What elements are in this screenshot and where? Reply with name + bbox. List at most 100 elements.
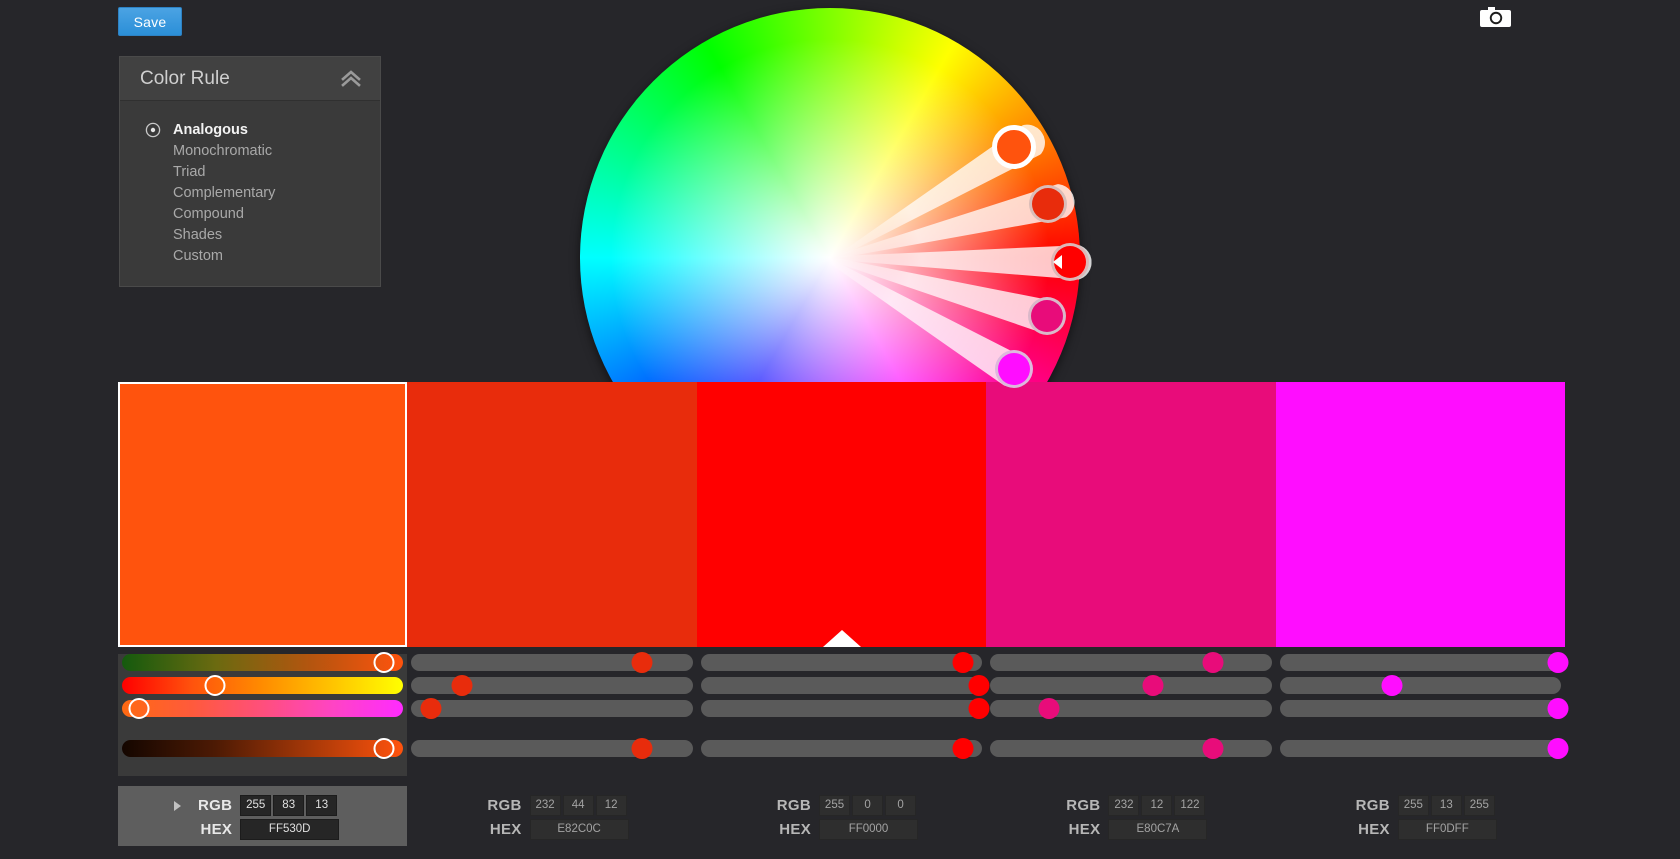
slider-hue-1[interactable] [407, 675, 696, 696]
slider-track[interactable] [122, 738, 404, 759]
slider-track[interactable] [700, 675, 990, 696]
rgb-r-input[interactable]: 232 [529, 794, 561, 816]
slider-track[interactable] [990, 738, 1272, 759]
slider-brightness-2[interactable] [697, 738, 986, 759]
slider-tint-0[interactable] [118, 698, 407, 719]
slider-knob[interactable] [1202, 738, 1224, 759]
color-rule-item-analogous[interactable]: Analogous [120, 119, 380, 140]
slider-knob[interactable] [952, 738, 974, 759]
slider-track[interactable] [1279, 738, 1569, 759]
color-swatch-0[interactable] [118, 382, 408, 647]
slider-brightness-3[interactable] [986, 738, 1275, 759]
slider-brightness-1[interactable] [407, 738, 696, 759]
slider-hue-4[interactable] [1276, 675, 1565, 696]
slider-saturation-4[interactable] [1276, 652, 1569, 673]
slider-track[interactable] [990, 675, 1272, 696]
color-swatch-2[interactable] [696, 382, 987, 647]
chevron-double-up-icon[interactable] [340, 69, 362, 88]
hex-input[interactable]: FF530D [240, 818, 340, 840]
rgb-r-input[interactable]: 255 [1397, 794, 1429, 816]
slider-knob[interactable] [1547, 738, 1569, 759]
slider-knob[interactable] [204, 675, 226, 696]
slider-knob[interactable] [1381, 675, 1403, 696]
rgb-r-input[interactable]: 255 [240, 794, 272, 816]
slider-track[interactable] [1279, 675, 1562, 696]
slider-saturation-1[interactable] [407, 652, 696, 673]
hex-input[interactable]: FF0000 [819, 818, 919, 840]
slider-brightness-0[interactable] [118, 738, 407, 759]
slider-knob[interactable] [373, 738, 395, 759]
slider-knob[interactable] [631, 652, 653, 673]
color-rule-item-triad[interactable]: Triad [120, 161, 380, 182]
rgb-g-input[interactable]: 44 [562, 794, 594, 816]
slider-track[interactable] [990, 652, 1272, 673]
marker-e80c7a[interactable] [1028, 297, 1067, 336]
slider-knob[interactable] [1547, 698, 1569, 719]
slider-hue-0[interactable] [118, 675, 407, 696]
rgb-g-input[interactable]: 13 [1430, 794, 1462, 816]
slider-track[interactable] [122, 652, 404, 673]
slider-hue-3[interactable] [986, 675, 1275, 696]
color-rule-item-custom[interactable]: Custom [120, 245, 380, 266]
color-rule-item-complementary[interactable]: Complementary [120, 182, 380, 203]
slider-saturation-3[interactable] [986, 652, 1275, 673]
slider-hue-2[interactable] [697, 675, 990, 696]
hex-input[interactable]: FF0DFF [1397, 818, 1497, 840]
rgb-b-input[interactable]: 12 [595, 794, 627, 816]
slider-tint-1[interactable] [407, 698, 696, 719]
slider-track[interactable] [990, 698, 1272, 719]
rgb-b-input[interactable]: 13 [306, 794, 338, 816]
color-rule-panel-header[interactable]: Color Rule [120, 57, 380, 101]
slider-knob[interactable] [451, 675, 473, 696]
slider-knob[interactable] [952, 652, 974, 673]
slider-saturation-0[interactable] [118, 652, 407, 673]
slider-knob[interactable] [420, 698, 442, 719]
slider-track[interactable] [122, 675, 404, 696]
rgb-r-input[interactable]: 232 [1108, 794, 1140, 816]
slider-track[interactable] [122, 698, 404, 719]
caret-right-icon[interactable] [174, 801, 181, 811]
save-button[interactable]: Save [118, 7, 182, 36]
color-swatch-1[interactable] [407, 382, 697, 647]
hex-input[interactable]: E82C0C [529, 818, 629, 840]
rgb-b-input[interactable]: 255 [1463, 794, 1495, 816]
slider-track[interactable] [1279, 652, 1569, 673]
slider-track[interactable] [411, 675, 693, 696]
slider-knob[interactable] [1202, 652, 1224, 673]
slider-knob[interactable] [128, 698, 150, 719]
rgb-b-input[interactable]: 0 [885, 794, 917, 816]
marker-e82c0c[interactable] [1029, 184, 1068, 223]
marker-ff0dff[interactable] [995, 349, 1034, 388]
rgb-b-input[interactable]: 122 [1174, 794, 1206, 816]
slider-knob[interactable] [373, 652, 395, 673]
color-rule-item-shades[interactable]: Shades [120, 224, 380, 245]
slider-track[interactable] [700, 698, 990, 719]
rgb-g-input[interactable]: 0 [852, 794, 884, 816]
slider-track[interactable] [411, 652, 693, 673]
slider-tint-2[interactable] [697, 698, 990, 719]
color-swatch-4[interactable] [1275, 382, 1566, 647]
slider-knob[interactable] [1142, 675, 1164, 696]
rgb-g-input[interactable]: 12 [1141, 794, 1173, 816]
slider-track[interactable] [1279, 698, 1569, 719]
slider-tint-4[interactable] [1276, 698, 1569, 719]
slider-track[interactable] [411, 738, 693, 759]
hex-input[interactable]: E80C7A [1108, 818, 1208, 840]
slider-track[interactable] [700, 738, 983, 759]
slider-track[interactable] [411, 698, 693, 719]
rgb-r-input[interactable]: 255 [819, 794, 851, 816]
marker-ff0000[interactable] [1050, 243, 1089, 282]
color-rule-item-compound[interactable]: Compound [120, 203, 380, 224]
rgb-g-input[interactable]: 83 [273, 794, 305, 816]
marker-ff530d[interactable] [992, 125, 1037, 170]
color-rule-item-monochromatic[interactable]: Monochromatic [120, 140, 380, 161]
slider-knob[interactable] [631, 738, 653, 759]
slider-tint-3[interactable] [986, 698, 1275, 719]
color-swatch-3[interactable] [986, 382, 1276, 647]
slider-saturation-2[interactable] [697, 652, 986, 673]
slider-brightness-4[interactable] [1276, 738, 1569, 759]
slider-knob[interactable] [1547, 652, 1569, 673]
camera-icon[interactable] [1479, 4, 1513, 28]
slider-knob[interactable] [1038, 698, 1060, 719]
slider-track[interactable] [700, 652, 983, 673]
